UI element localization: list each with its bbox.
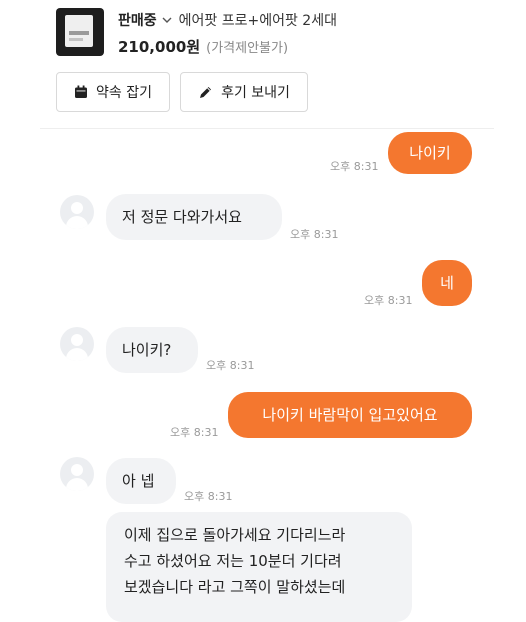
message-time: 오후 8:31 [170, 426, 219, 439]
avatar[interactable] [60, 457, 94, 491]
status-title-row: 판매중 에어팟 프로+에어팟 2세대 [118, 10, 337, 30]
header-divider [40, 128, 494, 129]
message-bubble-theirs[interactable]: 이제 집으로 돌아가세요 기다리느라 수고 하셨어요 저는 10분더 기다려 보… [106, 512, 412, 622]
avatar-head [71, 334, 83, 346]
avatar-body [66, 216, 88, 229]
appointment-button[interactable]: 약속 잡기 [56, 72, 170, 112]
avatar-head [71, 202, 83, 214]
message-line: 보겠습니다 라고 그쪽이 말하셨는데 [124, 578, 346, 596]
message-bubble-mine[interactable]: 나이키 바람막이 입고있어요 [228, 392, 472, 438]
send-review-button[interactable]: 후기 보내기 [180, 72, 308, 112]
pencil-icon [200, 86, 212, 98]
avatar[interactable] [60, 327, 94, 361]
product-header: 판매중 에어팟 프로+에어팟 2세대 210,000원 (가격제안불가) 약속 … [0, 0, 526, 128]
chevron-down-icon[interactable] [161, 14, 173, 26]
product-box-image [65, 15, 93, 47]
product-thumbnail[interactable] [56, 8, 104, 56]
message-time: 오후 8:31 [330, 160, 379, 173]
message-bubble-theirs[interactable]: 저 정문 다와가서요 [106, 194, 282, 240]
calendar-icon [75, 85, 87, 98]
price-note: (가격제안불가) [206, 41, 289, 56]
send-review-button-label: 후기 보내기 [221, 85, 290, 101]
message-time: 오후 8:31 [184, 490, 233, 503]
avatar[interactable] [60, 195, 94, 229]
price-row: 210,000원 (가격제안불가) [118, 36, 288, 57]
avatar-body [66, 478, 88, 491]
box-detail [69, 31, 89, 35]
message-bubble-theirs[interactable]: 아 넵 [106, 458, 176, 504]
sale-status-dropdown[interactable]: 판매중 [118, 10, 157, 30]
product-price: 210,000원 [118, 38, 201, 56]
message-time: 오후 8:31 [290, 228, 339, 241]
appointment-button-label: 약속 잡기 [96, 85, 152, 101]
avatar-head [71, 464, 83, 476]
message-bubble-theirs[interactable]: 나이키? [106, 327, 198, 373]
avatar-body [66, 348, 88, 361]
message-line: 이제 집으로 돌아가세요 기다리느라 [124, 526, 346, 544]
message-line: 수고 하셨어요 저는 10분더 기다려 [124, 552, 342, 570]
message-bubble-mine[interactable]: 나이키 [388, 132, 472, 174]
message-bubble-mine[interactable]: 네 [422, 260, 472, 306]
product-title: 에어팟 프로+에어팟 2세대 [178, 13, 337, 29]
message-time: 오후 8:31 [364, 294, 413, 307]
message-time: 오후 8:31 [206, 359, 255, 372]
box-detail-2 [69, 38, 83, 41]
